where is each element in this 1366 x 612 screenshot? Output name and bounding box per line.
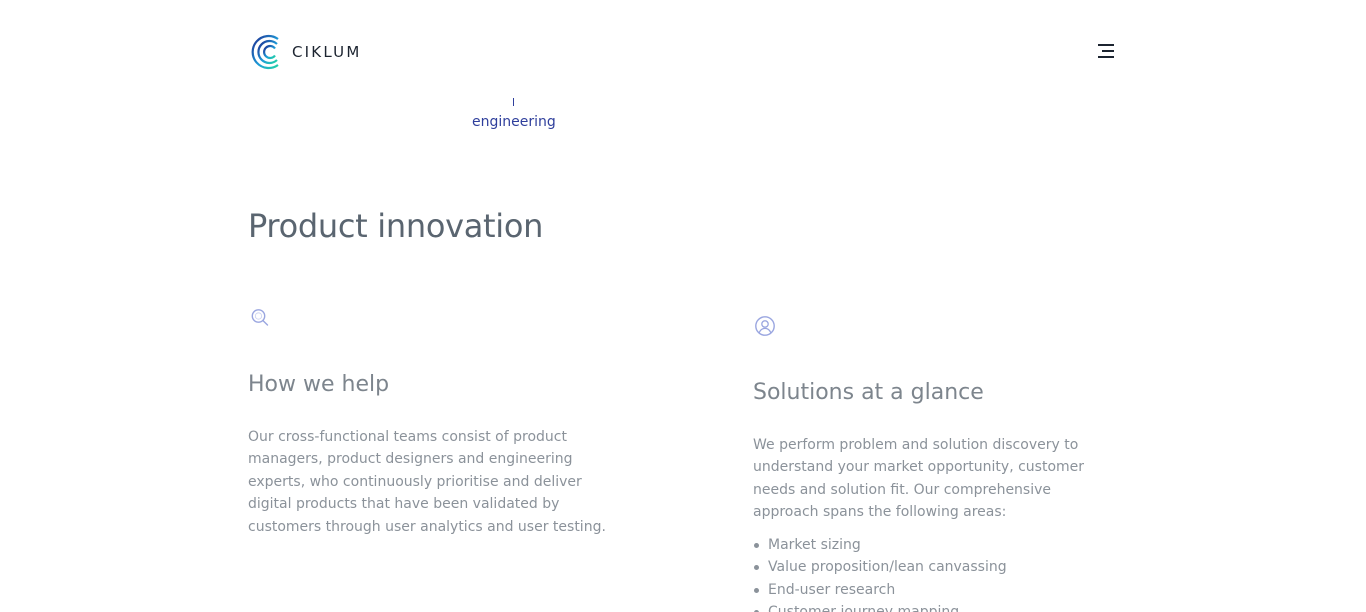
site-header: CIKLUM (0, 0, 1366, 100)
search-icon (251, 309, 269, 326)
logo-wordmark: CIKLUM (292, 43, 362, 61)
solutions-column: Solutions at a glance We perform problem… (753, 314, 1113, 612)
column-text: Our cross-functional teams consist of pr… (248, 429, 606, 535)
section-title: Product innovation (248, 207, 544, 245)
solutions-list: Market sizing Value proposition/lean can… (753, 534, 1113, 612)
hamburger-icon[interactable] (1094, 42, 1114, 60)
column-title: Solutions at a glance (753, 380, 984, 405)
ciklum-logo-icon (251, 34, 279, 70)
tab-indicator (513, 98, 514, 106)
how-we-help-column: How we help Our cross-functional teams c… (248, 306, 618, 538)
list-item: Customer journey mapping (753, 601, 1113, 612)
user-icon (755, 316, 775, 336)
column-text: We perform problem and solution discover… (753, 437, 1085, 521)
list-item: End-user research (753, 579, 1113, 602)
list-item: Market sizing (753, 534, 1113, 557)
list-item: Value proposition/lean canvassing (753, 556, 1113, 579)
column-title: How we help (248, 372, 390, 397)
tab-engineering[interactable]: engineering (472, 114, 556, 130)
logo-link[interactable]: CIKLUM (248, 34, 361, 70)
